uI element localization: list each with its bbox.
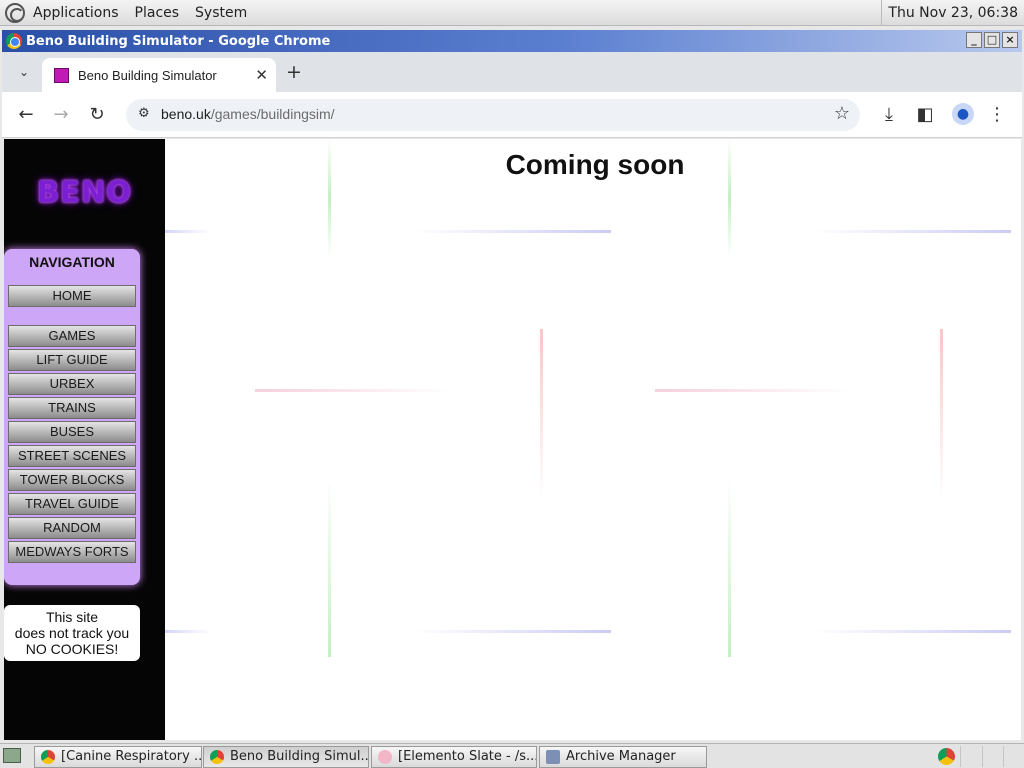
tray-slot[interactable] <box>960 746 980 767</box>
favicon-icon <box>54 67 69 83</box>
chrome-icon <box>6 33 22 49</box>
applications-menu[interactable]: Applications <box>33 5 119 21</box>
minimize-button[interactable]: _ <box>966 32 982 48</box>
menu-kebab-icon[interactable]: ⋮ <box>986 104 1008 125</box>
site-info-icon[interactable]: ⚙ <box>138 106 150 121</box>
nav-random-button[interactable]: RANDOM <box>8 517 136 539</box>
background-decoration <box>415 230 611 233</box>
taskbar-item[interactable]: Beno Building Simul... <box>203 746 369 768</box>
web-page: BENO NAVIGATION HOME GAMES LIFT GUIDE UR… <box>4 139 1021 740</box>
close-tab-icon[interactable]: ✕ <box>255 66 268 84</box>
back-icon[interactable]: ← <box>15 104 37 125</box>
forward-icon[interactable]: → <box>50 104 72 125</box>
background-decoration <box>255 389 451 392</box>
gnome-foot-icon[interactable] <box>5 2 25 23</box>
background-decoration <box>940 329 943 499</box>
taskbar-item[interactable]: Archive Manager <box>539 746 707 768</box>
tab-search-chevron-icon[interactable]: ⌄ <box>14 62 34 82</box>
profile-avatar-icon[interactable]: ● <box>952 103 974 125</box>
cookie-notice-line: NO COOKIES! <box>25 641 119 657</box>
address-bar[interactable]: ⚙ beno.uk/games/buildingsim/ ☆ <box>126 99 860 131</box>
nav-trains-button[interactable]: TRAINS <box>8 397 136 419</box>
cookie-notice-line: does not track you <box>14 625 130 641</box>
new-tab-icon[interactable]: + <box>286 61 302 83</box>
tab-beno-building-simulator[interactable]: Beno Building Simulator ✕ <box>42 58 276 92</box>
tray-slot[interactable] <box>982 746 1002 767</box>
background-decoration <box>415 630 611 633</box>
window-title: Beno Building Simulator - Google Chrome <box>26 33 331 49</box>
tab-title: Beno Building Simulator <box>78 67 217 83</box>
top-panel: Applications Places System Thu Nov 23, 0… <box>0 0 1024 26</box>
nav-buses-button[interactable]: BUSES <box>8 421 136 443</box>
show-desktop-icon[interactable] <box>3 748 21 763</box>
chrome-icon <box>41 750 55 764</box>
main-content: Coming soon <box>165 139 1021 740</box>
nav-street-scenes-button[interactable]: STREET SCENES <box>8 445 136 467</box>
reload-icon[interactable]: ↻ <box>86 104 108 125</box>
tray-chrome-icon[interactable] <box>938 748 955 765</box>
tab-strip: ⌄ Beno Building Simulator ✕ + <box>2 52 1022 92</box>
cookie-notice-line: This site <box>45 609 99 625</box>
places-menu[interactable]: Places <box>135 5 180 21</box>
navigation-title: NAVIGATION <box>29 254 115 270</box>
navigation-box: NAVIGATION HOME GAMES LIFT GUIDE URBEX T… <box>4 249 140 585</box>
chrome-icon <box>210 750 224 764</box>
side-panel-icon[interactable]: ◧ <box>914 104 936 125</box>
background-decoration <box>815 630 1011 633</box>
site-sidebar: BENO NAVIGATION HOME GAMES LIFT GUIDE UR… <box>4 139 165 740</box>
background-decoration <box>165 630 211 633</box>
nav-home-button[interactable]: HOME <box>8 285 136 307</box>
background-decoration <box>815 230 1011 233</box>
site-logo[interactable]: BENO <box>4 175 165 209</box>
archive-manager-icon <box>546 750 560 764</box>
window-titlebar[interactable]: Beno Building Simulator - Google Chrome … <box>2 30 1022 52</box>
nav-medways-forts-button[interactable]: MEDWAYS FORTS <box>8 541 136 563</box>
background-decoration <box>728 479 731 657</box>
background-decoration <box>540 329 543 499</box>
maximize-button[interactable]: □ <box>984 32 1000 48</box>
taskbar: [Canine Respiratory ... Beno Building Si… <box>0 743 1024 768</box>
close-window-button[interactable]: × <box>1002 32 1018 48</box>
nav-lift-guide-button[interactable]: LIFT GUIDE <box>8 349 136 371</box>
nav-tower-blocks-button[interactable]: TOWER BLOCKS <box>8 469 136 491</box>
background-decoration <box>328 479 331 657</box>
browser-toolbar: ← → ↻ ⚙ beno.uk/games/buildingsim/ ☆ ⤓ ◧… <box>2 92 1022 138</box>
system-menu[interactable]: System <box>195 5 247 21</box>
background-decoration <box>165 230 211 233</box>
app-icon <box>378 750 392 764</box>
nav-games-button[interactable]: GAMES <box>8 325 136 347</box>
cookie-notice: This site does not track you NO COOKIES! <box>4 605 140 661</box>
clock[interactable]: Thu Nov 23, 06:38 <box>881 0 1018 26</box>
bookmark-star-icon[interactable]: ☆ <box>834 103 850 124</box>
nav-urbex-button[interactable]: URBEX <box>8 373 136 395</box>
background-decoration <box>655 389 851 392</box>
url-text[interactable]: beno.uk/games/buildingsim/ <box>161 106 335 122</box>
page-heading: Coming soon <box>505 149 685 180</box>
tray-slot[interactable] <box>1003 746 1023 767</box>
download-icon[interactable]: ⤓ <box>878 104 900 125</box>
nav-travel-guide-button[interactable]: TRAVEL GUIDE <box>8 493 136 515</box>
taskbar-item[interactable]: [Elemento Slate - /s... <box>371 746 537 768</box>
taskbar-item[interactable]: [Canine Respiratory ... <box>34 746 202 768</box>
